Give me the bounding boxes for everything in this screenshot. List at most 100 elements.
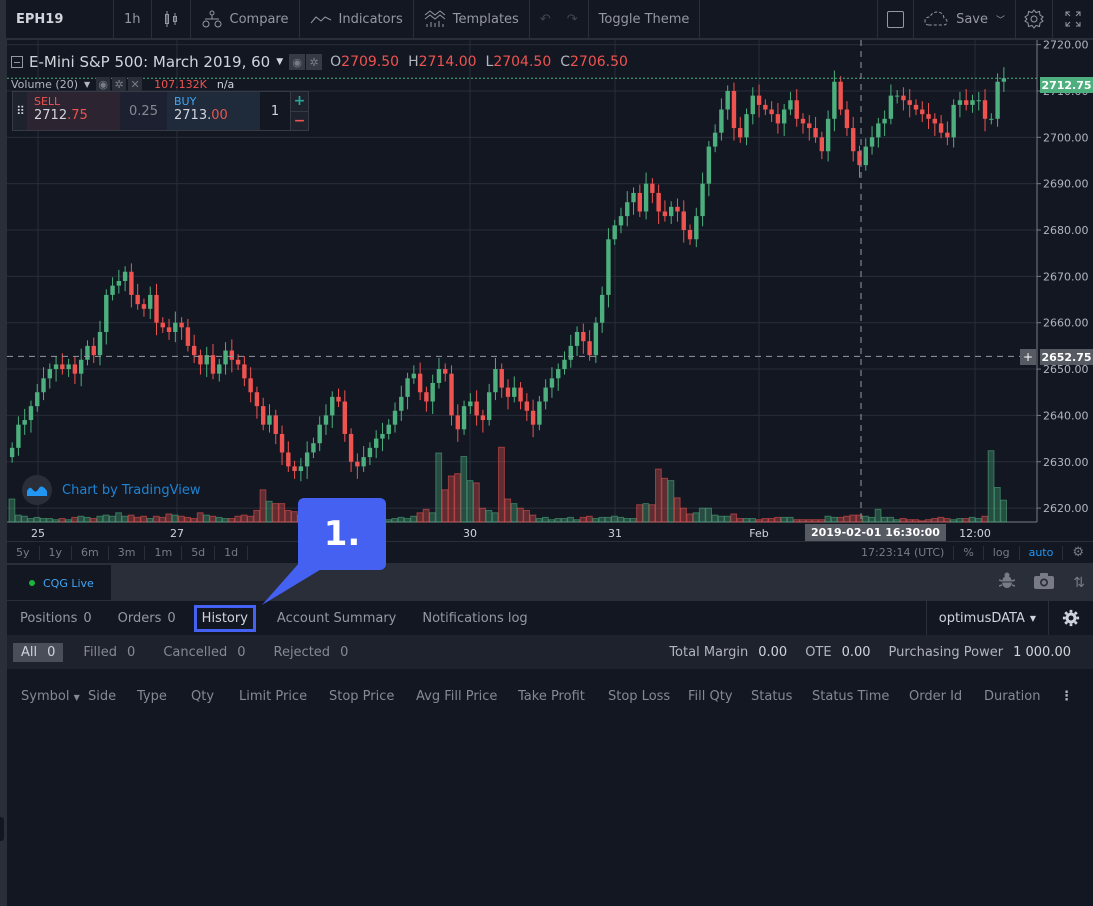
gear-icon[interactable]: ✲ [112, 77, 127, 91]
scale-settings-gear-icon[interactable]: ⚙ [1063, 545, 1093, 560]
swap-vertical-icon[interactable]: ⇅ [1073, 575, 1085, 591]
indicators-button[interactable]: Indicators [300, 0, 414, 38]
column-type[interactable]: Type [137, 689, 167, 704]
bug-icon[interactable] [999, 572, 1016, 594]
column-status-time[interactable]: Status Time [812, 689, 889, 704]
sell-button[interactable]: SELL 2712.75 [27, 92, 120, 130]
volume-bar [454, 473, 461, 523]
log-scale-toggle[interactable]: log [984, 545, 1020, 560]
volume-title[interactable]: Volume (20) [11, 78, 78, 91]
tab-account-summary[interactable]: Account Summary [264, 601, 409, 636]
candle-body [210, 355, 216, 374]
volume-bar [887, 516, 895, 523]
undo-icon[interactable]: ↶ [540, 12, 551, 27]
range-5y[interactable]: 5y [7, 545, 40, 560]
volume-bar [190, 518, 198, 523]
volume-bar [592, 518, 600, 523]
symbol-search-button[interactable]: EPH19 [6, 0, 114, 38]
candle-body [838, 81, 843, 110]
filter-rejected[interactable]: Rejected 0 [266, 643, 357, 662]
volume-bar [874, 508, 882, 523]
compare-button[interactable]: Compare [191, 0, 300, 38]
sidebar-toggle-handle[interactable] [0, 817, 4, 841]
save-button[interactable]: Save ﹀ [914, 0, 1016, 38]
auto-scale-toggle[interactable]: auto [1020, 545, 1064, 560]
percent-scale-toggle[interactable]: % [954, 545, 984, 560]
eye-icon[interactable]: ◉ [96, 77, 111, 91]
candle-body [863, 146, 868, 166]
increase-quantity-button[interactable]: + [291, 92, 308, 112]
buy-button[interactable]: BUY 2713.00 [167, 92, 260, 130]
fullscreen-box-button[interactable] [878, 0, 915, 38]
volume-bar [108, 515, 116, 523]
column-limit-price[interactable]: Limit Price [239, 689, 307, 704]
filter-cancelled[interactable]: Cancelled 0 [155, 643, 253, 662]
volume-bar [278, 503, 286, 523]
column-symbol[interactable]: Symbol ▼ [21, 689, 80, 704]
eye-icon[interactable]: ◉ [289, 54, 306, 70]
column-fill-qty[interactable]: Fill Qty [688, 689, 733, 704]
volume-bar [698, 507, 706, 523]
volume-bar [529, 514, 537, 523]
candle-body [116, 281, 122, 286]
candle-body [807, 123, 812, 129]
decrease-quantity-button[interactable]: − [291, 112, 308, 131]
column-avg-fill-price[interactable]: Avg Fill Price [416, 689, 497, 704]
quantity-input[interactable]: 1 [260, 92, 290, 130]
settings-button[interactable] [1016, 0, 1053, 38]
close-icon[interactable]: ✕ [128, 77, 143, 91]
tab-label: Notifications log [422, 610, 528, 626]
chart-type-button[interactable] [152, 0, 191, 38]
range-6m[interactable]: 6m [72, 545, 109, 560]
collapse-legend-icon[interactable] [11, 56, 23, 68]
filter-all[interactable]: All 0 [13, 642, 64, 662]
drag-handle-icon[interactable]: ⠿ [13, 92, 27, 130]
range-3m[interactable]: 3m [109, 545, 146, 560]
camera-icon[interactable] [1033, 573, 1055, 593]
stat-label: Total Margin [669, 644, 749, 660]
more-options-icon[interactable]: ⋮ [1060, 689, 1073, 704]
chart-area[interactable]: 2720.002710.002700.002690.002680.002670.… [7, 40, 1093, 563]
tradingview-watermark[interactable]: Chart by TradingView [22, 475, 200, 505]
candle-body [800, 118, 806, 124]
redo-icon[interactable]: ↷ [567, 12, 578, 27]
column-stop-price[interactable]: Stop Price [329, 689, 394, 704]
column-qty[interactable]: Qty [191, 689, 214, 704]
add-order-plus-button[interactable]: + [1020, 349, 1036, 365]
broker-tab[interactable]: CQG Live [7, 565, 111, 601]
fullscreen-button[interactable] [1053, 0, 1093, 38]
column-take-profit[interactable]: Take Profit [518, 689, 585, 704]
range-1y[interactable]: 1y [40, 545, 73, 560]
volume-dropdown-icon[interactable]: ▼ [84, 80, 90, 89]
column-side[interactable]: Side [88, 689, 116, 704]
range-1d[interactable]: 1d [215, 545, 249, 560]
series-dropdown-icon[interactable]: ▼ [276, 57, 283, 67]
tab-positions[interactable]: Positions 0 [7, 601, 105, 636]
tab-orders[interactable]: Orders 0 [105, 601, 189, 636]
volume-bar [956, 518, 964, 523]
series-title[interactable]: E-Mini S&P 500: March 2019, 60 [29, 53, 270, 71]
volume-bar [661, 477, 669, 523]
candle-body [323, 415, 329, 425]
account-selector[interactable]: optimusDATA ▼ [925, 600, 1049, 636]
candle-body [380, 433, 385, 439]
interval-button[interactable]: 1h [114, 0, 152, 38]
column-order-id[interactable]: Order Id [909, 689, 962, 704]
range-1m[interactable]: 1m [145, 545, 183, 560]
candle-body [399, 396, 404, 411]
range-5d[interactable]: 5d [182, 545, 216, 560]
candle-body [832, 81, 837, 119]
volume-bar [491, 512, 499, 523]
templates-button[interactable]: Templates [414, 0, 530, 38]
candle-body [543, 387, 548, 402]
toggle-theme-button[interactable]: Toggle Theme [589, 0, 701, 38]
utc-clock[interactable]: 17:23:14 (UTC) [852, 545, 955, 560]
panel-settings-button[interactable] [1049, 609, 1093, 627]
column-status[interactable]: Status [751, 689, 792, 704]
column-duration[interactable]: Duration [984, 689, 1040, 704]
column-stop-loss[interactable]: Stop Loss [608, 689, 670, 704]
gear-icon[interactable]: ✲ [306, 54, 323, 70]
tab-notifications-log[interactable]: Notifications log [409, 601, 540, 636]
tab-history[interactable]: History [189, 601, 264, 636]
filter-filled[interactable]: Filled 0 [75, 643, 143, 662]
